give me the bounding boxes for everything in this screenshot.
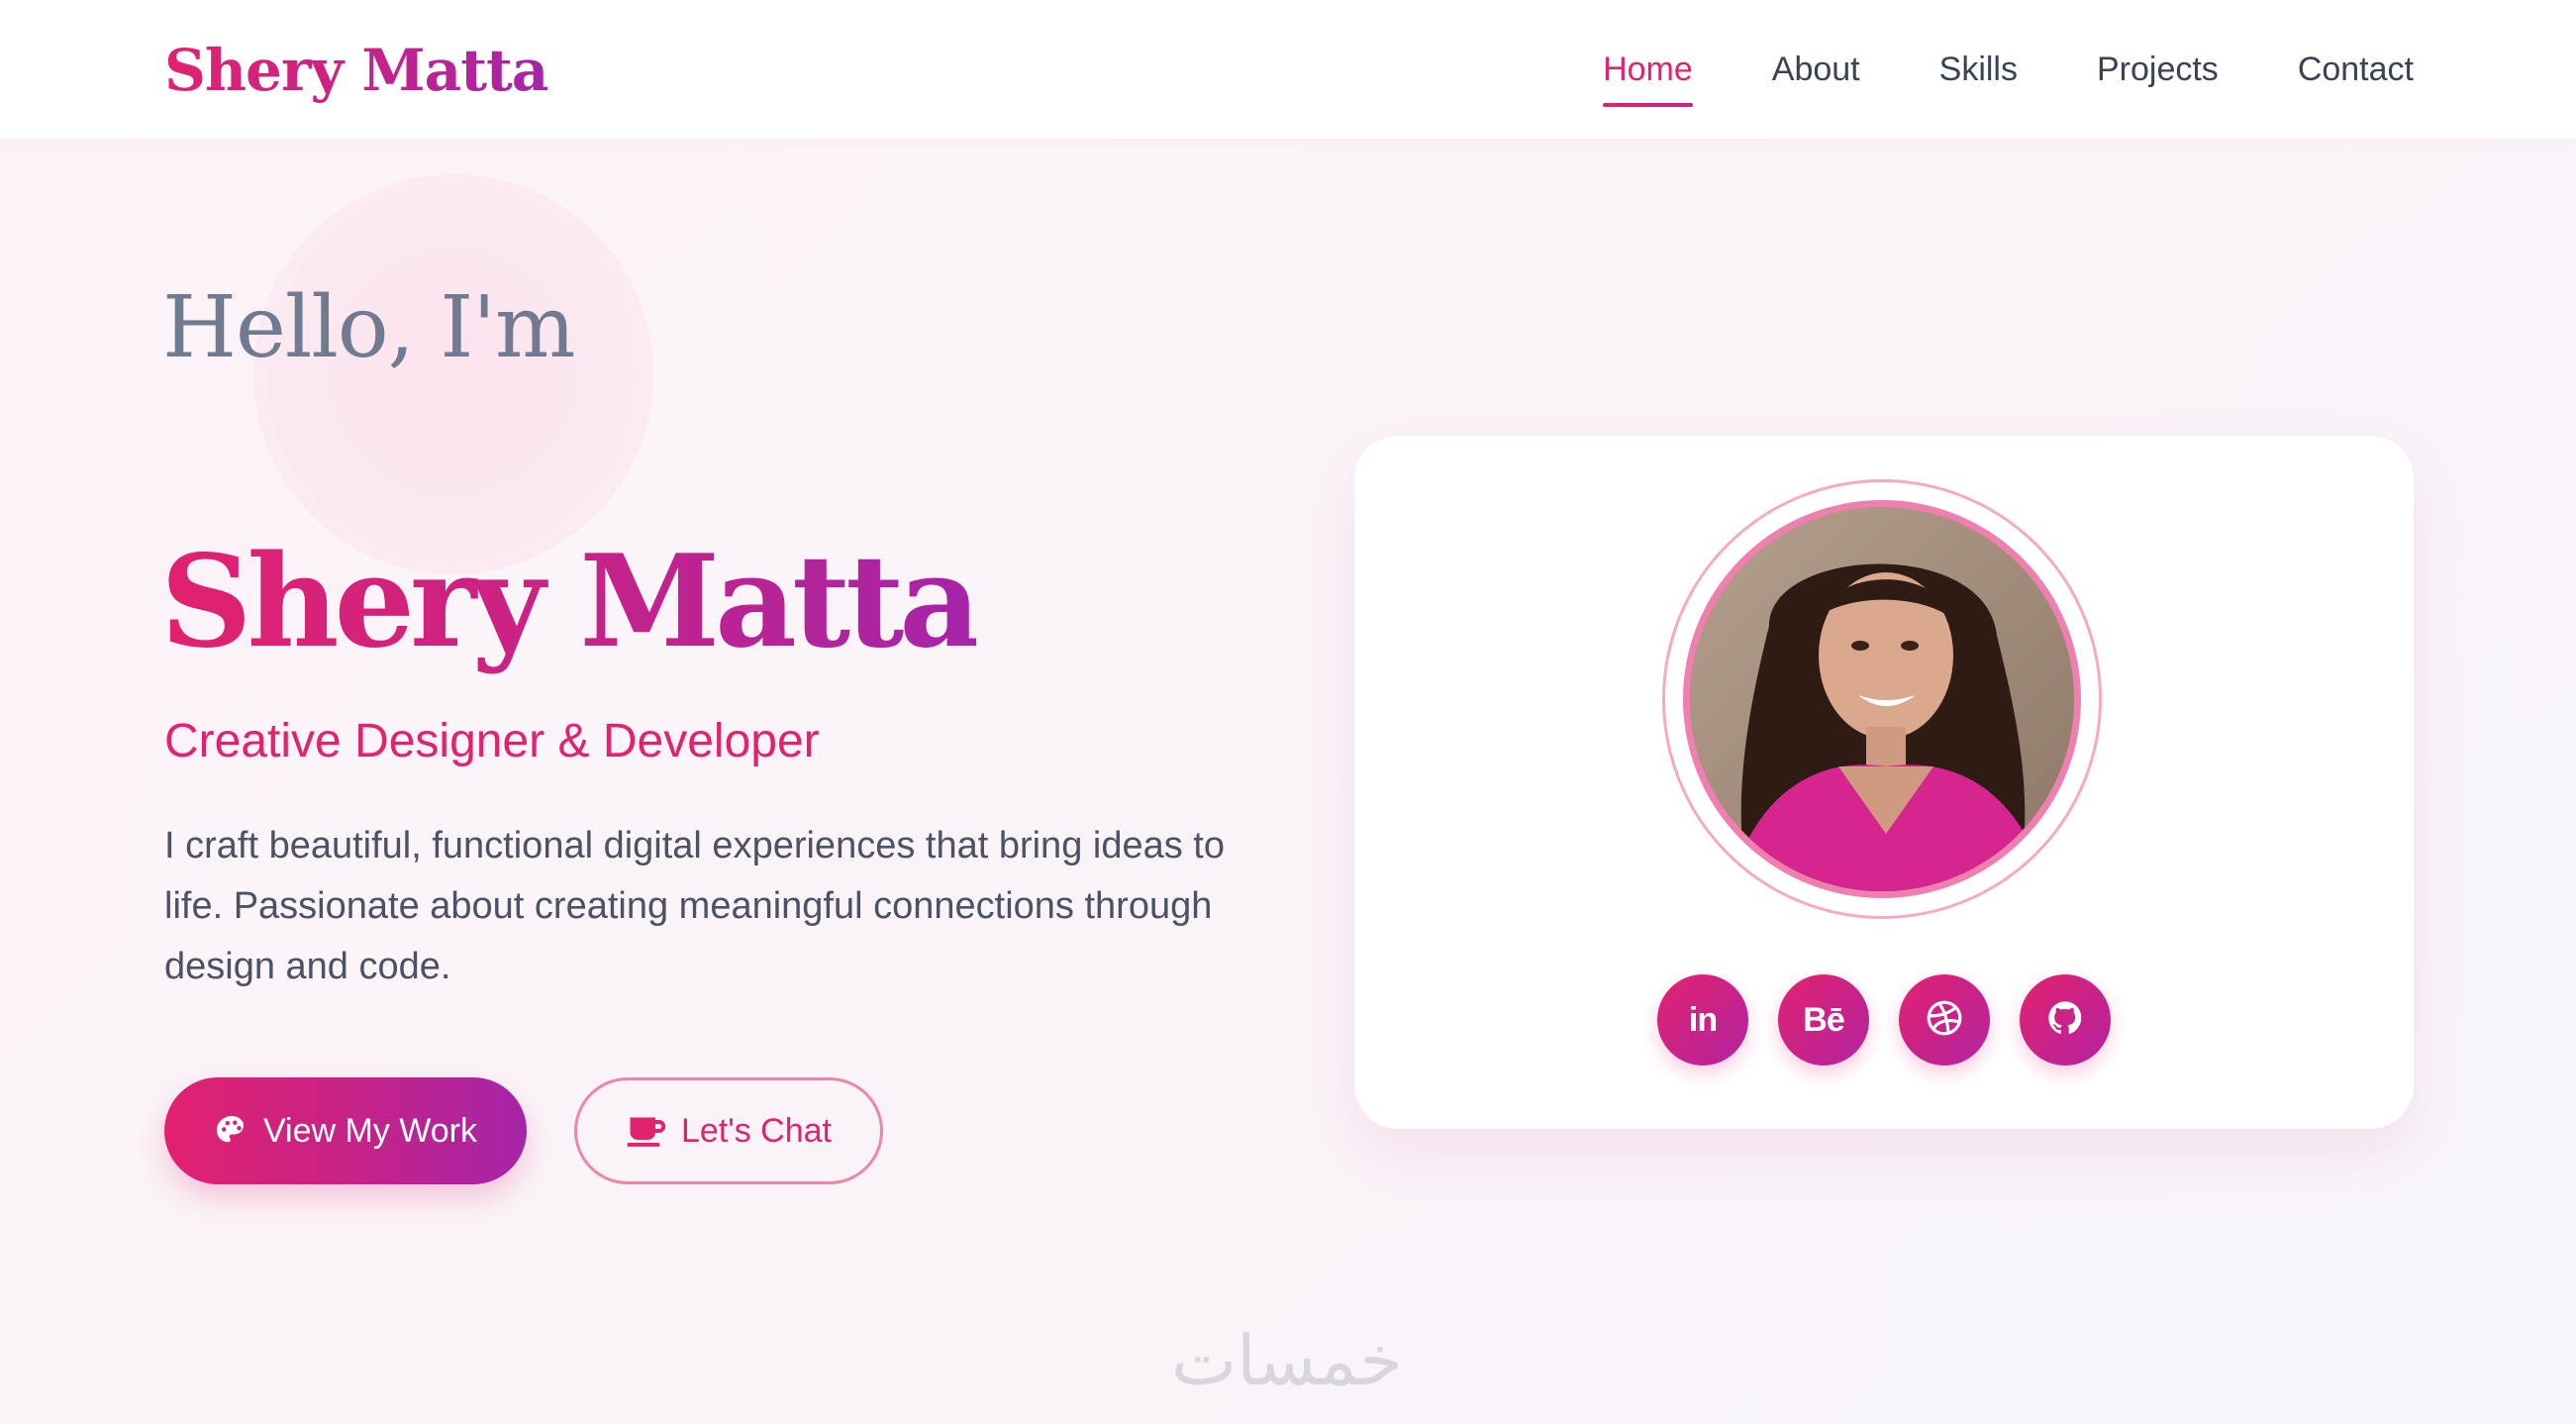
behance-icon: Bē [1803, 1000, 1844, 1039]
hero-intro: I craft beautiful, functional digital ex… [164, 825, 1225, 987]
hero-greeting: Hello, I'm [162, 278, 576, 377]
palette-icon [214, 1113, 249, 1149]
nav-skills[interactable]: Skills [1939, 40, 2018, 101]
dribbble-icon [1926, 999, 1963, 1042]
khamsat-watermark-logo: خمسات [1171, 1320, 1403, 1401]
lets-chat-label: Let's Chat [680, 1111, 833, 1150]
github-button[interactable] [2020, 974, 2111, 1066]
nav-contact[interactable]: Contact [2298, 40, 2414, 101]
top-navbar: Shery Matta Home About Skills Projects C… [0, 0, 2576, 139]
hero-name: Shery Matta [160, 523, 981, 681]
dribbble-button[interactable] [1899, 974, 1990, 1066]
lets-chat-button[interactable]: Let's Chat [574, 1077, 883, 1184]
profile-card: in Bē [1354, 436, 2414, 1129]
linkedin-icon: in [1688, 1000, 1718, 1039]
nav-projects[interactable]: Projects [2097, 40, 2219, 101]
nav-home[interactable]: Home [1603, 40, 1693, 107]
linkedin-button[interactable]: in [1657, 974, 1748, 1066]
coffee-icon [626, 1113, 667, 1149]
site-logo[interactable]: Shery Matta [164, 30, 548, 111]
profile-photo [1683, 500, 2081, 898]
hero-subtitle: Creative Designer & Developer [164, 715, 820, 767]
social-links: in Bē [1657, 974, 2111, 1066]
view-my-work-label: View My Work [262, 1111, 477, 1150]
view-my-work-button[interactable]: View My Work [164, 1077, 527, 1184]
behance-button[interactable]: Bē [1778, 974, 1869, 1066]
github-icon [2045, 998, 2085, 1043]
main-nav: Home About Skills Projects Contact [1524, 40, 2414, 107]
nav-about[interactable]: About [1772, 40, 1860, 101]
